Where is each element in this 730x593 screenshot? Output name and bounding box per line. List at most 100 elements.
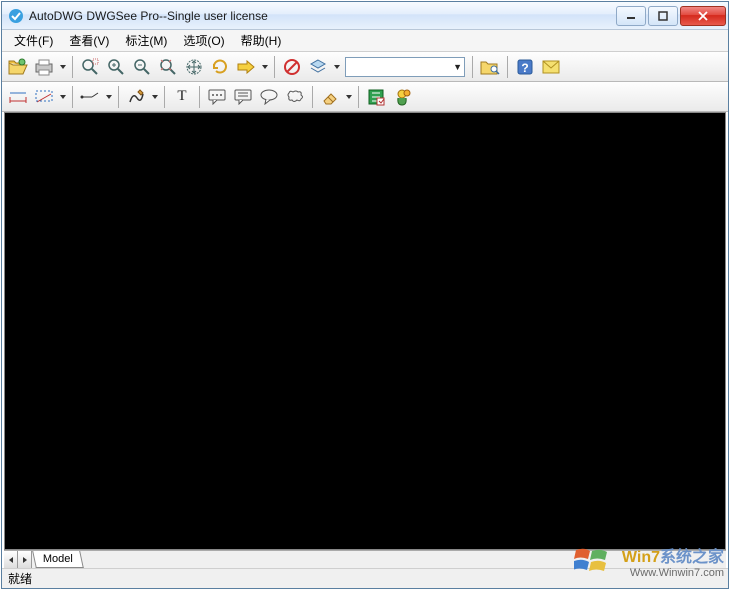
zoom-out-button[interactable] — [130, 55, 154, 79]
tab-scroll-right[interactable] — [18, 551, 32, 568]
close-button[interactable] — [680, 6, 726, 26]
eraser-dropdown[interactable] — [344, 85, 353, 109]
zoom-window-icon — [81, 58, 99, 76]
comment-lines-button[interactable] — [231, 85, 255, 109]
arrow-next-icon — [237, 60, 255, 74]
stamp-icon — [367, 88, 385, 106]
layout-tabs: Model — [4, 550, 726, 568]
help-button[interactable]: ? — [513, 55, 537, 79]
svg-text:?: ? — [521, 61, 528, 75]
zoom-in-button[interactable] — [104, 55, 128, 79]
app-icon — [8, 8, 24, 24]
no-entry-icon — [283, 58, 301, 76]
dim-ordinate-button[interactable] — [78, 85, 102, 109]
layers-button[interactable] — [306, 55, 330, 79]
zoom-extents-icon — [159, 58, 177, 76]
print-dropdown[interactable] — [58, 55, 67, 79]
comment-lines-icon — [234, 89, 252, 105]
stamp-button[interactable] — [364, 85, 388, 109]
app-window: AutoDWG DWGSee Pro--Single user license … — [1, 1, 729, 589]
dim-aligned-button[interactable] — [32, 85, 56, 109]
mail-button[interactable] — [539, 55, 563, 79]
close-icon — [697, 11, 709, 21]
menu-options[interactable]: 选项(O) — [175, 30, 232, 51]
window-controls — [614, 6, 726, 26]
printer-icon — [34, 58, 54, 76]
dim-ordinate-dropdown[interactable] — [104, 85, 113, 109]
text-button[interactable]: T — [170, 85, 194, 109]
refresh-button[interactable] — [208, 55, 232, 79]
separator — [274, 56, 275, 78]
folder-search-icon — [480, 58, 500, 76]
tab-model[interactable]: Model — [32, 551, 84, 568]
print-button[interactable] — [32, 55, 56, 79]
separator — [472, 56, 473, 78]
toolbar-markup: T — [2, 82, 728, 112]
comment-icon — [208, 89, 226, 105]
status-text: 就绪 — [8, 570, 32, 587]
status-bar: 就绪 — [2, 568, 728, 588]
comment-ellipse-icon — [260, 89, 278, 105]
separator — [118, 86, 119, 108]
triangle-left-icon — [7, 556, 15, 564]
titlebar: AutoDWG DWGSee Pro--Single user license — [2, 2, 728, 30]
window-title: AutoDWG DWGSee Pro--Single user license — [29, 9, 614, 23]
dim-ordinate-icon — [80, 89, 100, 105]
dim-linear-icon — [8, 89, 28, 105]
chevron-down-icon: ▼ — [453, 62, 462, 72]
minimize-button[interactable] — [616, 6, 646, 26]
zoom-out-icon — [133, 58, 151, 76]
comment-rect-button[interactable] — [205, 85, 229, 109]
pan-button[interactable] — [182, 55, 206, 79]
separator — [199, 86, 200, 108]
eraser-icon — [321, 89, 339, 105]
layers-dropdown[interactable] — [332, 55, 341, 79]
zoom-window-button[interactable] — [78, 55, 102, 79]
browse-button[interactable] — [478, 55, 502, 79]
menu-help[interactable]: 帮助(H) — [233, 30, 290, 51]
comment-cloud-icon — [286, 89, 304, 105]
zoom-in-icon — [107, 58, 125, 76]
separator — [358, 86, 359, 108]
separator — [72, 56, 73, 78]
separator — [72, 86, 73, 108]
menu-markup[interactable]: 标注(M) — [117, 30, 175, 51]
menubar: 文件(F) 查看(V) 标注(M) 选项(O) 帮助(H) — [2, 30, 728, 52]
freehand-icon — [127, 88, 145, 106]
next-button[interactable] — [234, 55, 258, 79]
drawing-canvas[interactable] — [4, 112, 726, 550]
text-icon: T — [177, 88, 186, 105]
pan-icon — [185, 58, 203, 76]
approve-button[interactable] — [390, 85, 414, 109]
comment-cloud-button[interactable] — [283, 85, 307, 109]
menu-file[interactable]: 文件(F) — [6, 30, 61, 51]
dim-linear-button[interactable] — [6, 85, 30, 109]
separator — [312, 86, 313, 108]
refresh-icon — [211, 58, 229, 76]
layers-icon — [309, 58, 327, 76]
separator — [507, 56, 508, 78]
mail-icon — [542, 60, 560, 74]
eraser-button[interactable] — [318, 85, 342, 109]
tab-model-label: Model — [43, 553, 73, 565]
toolbar-main: ▼ ? — [2, 52, 728, 82]
help-icon: ? — [516, 58, 534, 76]
maximize-icon — [658, 11, 668, 21]
freehand-dropdown[interactable] — [150, 85, 159, 109]
layout-combo[interactable]: ▼ — [345, 57, 465, 77]
next-dropdown[interactable] — [260, 55, 269, 79]
zoom-extents-button[interactable] — [156, 55, 180, 79]
freehand-button[interactable] — [124, 85, 148, 109]
cancel-button[interactable] — [280, 55, 304, 79]
comment-ellipse-button[interactable] — [257, 85, 281, 109]
dim-aligned-icon — [34, 89, 54, 105]
dim-dropdown[interactable] — [58, 85, 67, 109]
triangle-right-icon — [21, 556, 29, 564]
approve-icon — [393, 88, 411, 106]
watermark-flag-icon — [574, 547, 608, 575]
tab-scroll-left[interactable] — [4, 551, 18, 568]
maximize-button[interactable] — [648, 6, 678, 26]
open-button[interactable] — [6, 55, 30, 79]
menu-view[interactable]: 查看(V) — [61, 30, 117, 51]
open-folder-icon — [8, 58, 28, 76]
